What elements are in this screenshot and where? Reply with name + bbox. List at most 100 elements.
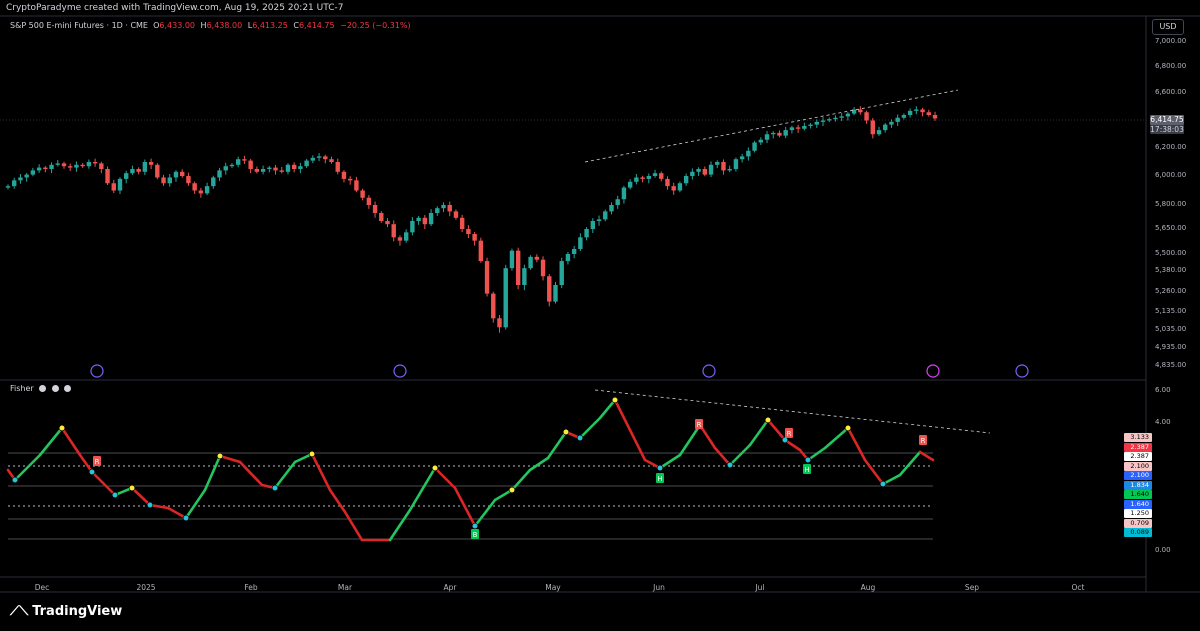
fisher-tick-label: 4.00: [1155, 418, 1171, 426]
event-icon: [926, 364, 940, 378]
candle-body: [708, 164, 714, 175]
trendline-price: [584, 89, 959, 163]
pivot-dot: [271, 484, 279, 492]
price-tick-label: 4,835.00: [1155, 361, 1187, 369]
candle-body: [646, 176, 652, 179]
candle-body: [385, 221, 390, 225]
tradingview-logo[interactable]: ⟋⟍ TradingView: [10, 604, 122, 619]
fisher-line-segment: [678, 423, 702, 457]
time-tick-label: 2025: [136, 583, 156, 592]
candle-body: [260, 169, 266, 172]
candle-body: [341, 171, 347, 179]
candle-body: [466, 229, 471, 234]
candle-body: [335, 162, 340, 172]
pivot-dot: [11, 476, 19, 484]
fisher-line-segment: [806, 446, 827, 462]
pivot-dot: [431, 464, 439, 472]
pivot-dot: [611, 396, 619, 404]
candle-body: [360, 190, 365, 198]
candle-body: [310, 157, 316, 161]
candle-body: [553, 285, 558, 302]
fisher-value-badge: 2.100: [1124, 461, 1152, 471]
current-price-tag: 6,414.75: [1150, 115, 1184, 125]
candle-body: [447, 205, 452, 212]
fisher-line-segment: [766, 418, 787, 442]
price-tick-label: 5,135.00: [1155, 307, 1187, 315]
candle-body: [484, 261, 490, 294]
candle-body: [130, 169, 135, 174]
candle-body: [229, 164, 235, 167]
candle-body: [291, 164, 297, 169]
candle-body: [733, 159, 739, 169]
candle-body: [920, 109, 925, 113]
candle-body: [80, 164, 85, 167]
pivot-dot: [58, 424, 66, 432]
candle-body: [789, 127, 795, 131]
price-tick-label: 5,800.00: [1155, 200, 1187, 208]
candle-body: [329, 159, 334, 162]
candle-body: [161, 177, 166, 184]
candle-body: [640, 177, 645, 179]
settings-icon[interactable]: [51, 385, 59, 392]
candle-body: [391, 224, 396, 238]
candle-body: [36, 167, 42, 171]
fisher-line-segment: [846, 426, 867, 462]
candle-body: [111, 183, 116, 191]
candle-body: [596, 219, 602, 221]
candle-body: [752, 142, 757, 151]
fisher-line-segment: [713, 446, 732, 467]
candle-body: [198, 190, 204, 194]
price-tick-label: 5,500.00: [1155, 249, 1187, 257]
pivot-dot: [764, 416, 772, 424]
pivot-dot: [508, 486, 516, 494]
time-tick-label: Jul: [755, 583, 765, 592]
candle-body: [372, 205, 378, 213]
footer-brand: TradingView: [32, 604, 123, 619]
event-icon: [702, 364, 716, 378]
candle-body: [403, 232, 409, 241]
event-icon: [393, 364, 407, 378]
fisher-name: Fisher: [10, 384, 34, 393]
candle-body: [435, 208, 440, 213]
candle-body: [715, 162, 720, 165]
candle-body: [354, 180, 359, 191]
close-icon[interactable]: [64, 385, 72, 392]
candle-body: [74, 164, 79, 168]
eye-icon[interactable]: [39, 385, 47, 392]
chart-canvas[interactable]: B R R R R H H: [0, 0, 1200, 631]
candle-body: [864, 112, 869, 121]
candle-body: [578, 237, 583, 249]
candle-body: [696, 169, 701, 172]
candle-body: [758, 139, 763, 143]
candle-body: [453, 211, 459, 218]
fisher-line-segment: [90, 470, 117, 497]
fisher-tick-label: 6.00: [1155, 386, 1171, 394]
candle-body: [192, 183, 197, 191]
candle-body: [18, 177, 23, 181]
candle-body: [808, 124, 813, 126]
candle-body: [55, 163, 60, 165]
candle-body: [565, 254, 571, 262]
candle-body: [155, 164, 160, 178]
signal-marker-label: R: [787, 430, 792, 438]
candle-body: [615, 199, 620, 205]
price-tick-label: 6,200.00: [1155, 143, 1187, 151]
candle-body: [117, 178, 123, 191]
candle-body: [428, 213, 434, 225]
price-tick-label: 5,260.00: [1155, 287, 1187, 295]
candle-body: [764, 134, 770, 140]
candle-body: [621, 187, 627, 200]
pivot-dot: [656, 464, 664, 472]
candle-body: [665, 178, 670, 187]
candle-body: [304, 160, 309, 167]
candle-body: [777, 132, 782, 136]
candle-body: [99, 163, 104, 169]
candle-body: [441, 205, 446, 209]
fisher-indicator-label[interactable]: Fisher: [10, 384, 72, 393]
candle-body: [136, 169, 141, 172]
fisher-line-segment: [510, 468, 532, 492]
fisher-value-badge: 2.387: [1124, 452, 1152, 461]
candle-body: [43, 167, 48, 169]
fisher-value-badge: 1.640: [1124, 499, 1152, 509]
candle-body: [148, 162, 154, 165]
